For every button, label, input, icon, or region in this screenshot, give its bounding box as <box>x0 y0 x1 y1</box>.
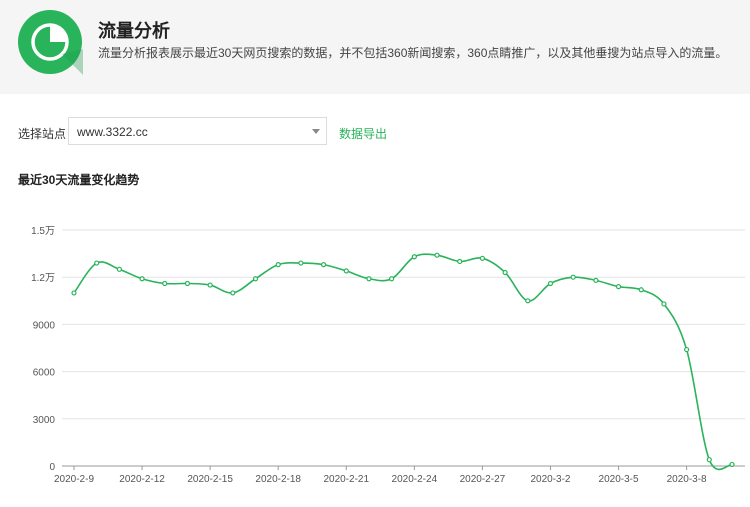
y-tick-label: 9000 <box>33 320 56 331</box>
x-tick-label: 2020-3-2 <box>530 474 570 485</box>
traffic-trend-chart: 0 3000 6000 9000 1.2万 1.5万 2020-2-9 2020-2-12 20… <box>31 226 745 485</box>
site-select-label: 选择站点 <box>18 127 67 141</box>
data-point[interactable] <box>71 290 77 296</box>
x-tick-label: 2020-2-18 <box>255 474 301 485</box>
data-point[interactable] <box>116 266 122 272</box>
data-point[interactable] <box>252 276 259 282</box>
y-tick-label: 0 <box>49 462 55 473</box>
export-data-link[interactable]: 数据导出 <box>339 125 387 142</box>
data-point[interactable] <box>366 276 372 282</box>
data-point[interactable] <box>230 290 236 296</box>
data-point[interactable] <box>661 301 667 307</box>
data-point[interactable] <box>207 282 213 288</box>
data-point[interactable] <box>162 280 168 287</box>
data-point[interactable] <box>320 262 327 268</box>
data-point[interactable] <box>706 457 712 463</box>
data-point[interactable] <box>638 287 644 293</box>
data-point[interactable] <box>298 260 304 266</box>
x-tick-label: 2020-2-24 <box>392 474 438 485</box>
site-select[interactable]: www.3322.cc <box>68 117 327 145</box>
data-point[interactable] <box>434 252 440 258</box>
data-point[interactable] <box>411 254 417 260</box>
site-select-value: www.3322.cc <box>77 125 148 139</box>
x-tick-label: 2020-2-27 <box>460 474 506 485</box>
data-point[interactable] <box>615 284 622 290</box>
data-point[interactable] <box>547 280 554 287</box>
data-point[interactable] <box>502 269 508 276</box>
x-tick-label: 2020-2-15 <box>187 474 233 485</box>
data-point[interactable] <box>729 461 735 468</box>
data-point[interactable] <box>457 258 463 265</box>
data-point[interactable] <box>684 346 690 353</box>
data-point[interactable] <box>184 280 191 287</box>
y-tick-label: 3000 <box>33 415 56 426</box>
data-point[interactable] <box>593 277 599 283</box>
data-point[interactable] <box>343 268 349 274</box>
page-title: 流量分析 <box>98 21 170 41</box>
data-point[interactable] <box>275 262 281 268</box>
series-line <box>73 253 733 471</box>
pie-chart-icon <box>18 10 83 75</box>
x-tick-label: 2020-3-5 <box>599 474 639 485</box>
page-header: 流量分析 流量分析报表展示最近30天网页搜索的数据，并不包括360新闻搜索，36… <box>0 0 750 94</box>
chart-section-title: 最近30天流量变化趋势 <box>18 173 140 187</box>
x-tick-label: 2020-2-12 <box>119 474 165 485</box>
y-tick-label: 6000 <box>33 368 56 379</box>
data-point[interactable] <box>570 274 576 280</box>
data-point[interactable] <box>94 260 100 266</box>
data-point[interactable] <box>139 276 145 282</box>
page-description: 流量分析报表展示最近30天网页搜索的数据，并不包括360新闻搜索，360点睛推广… <box>98 46 728 60</box>
data-point[interactable] <box>525 298 531 304</box>
x-tick-label: 2020-2-9 <box>54 474 94 485</box>
data-point[interactable] <box>479 255 486 261</box>
x-tick-label: 2020-3-8 <box>667 474 707 485</box>
data-point[interactable] <box>389 276 395 282</box>
y-tick-label: 1.2万 <box>31 273 55 284</box>
x-tick-label: 2020-2-21 <box>323 474 369 485</box>
chevron-down-icon <box>312 129 320 134</box>
y-tick-label: 1.5万 <box>31 226 55 237</box>
